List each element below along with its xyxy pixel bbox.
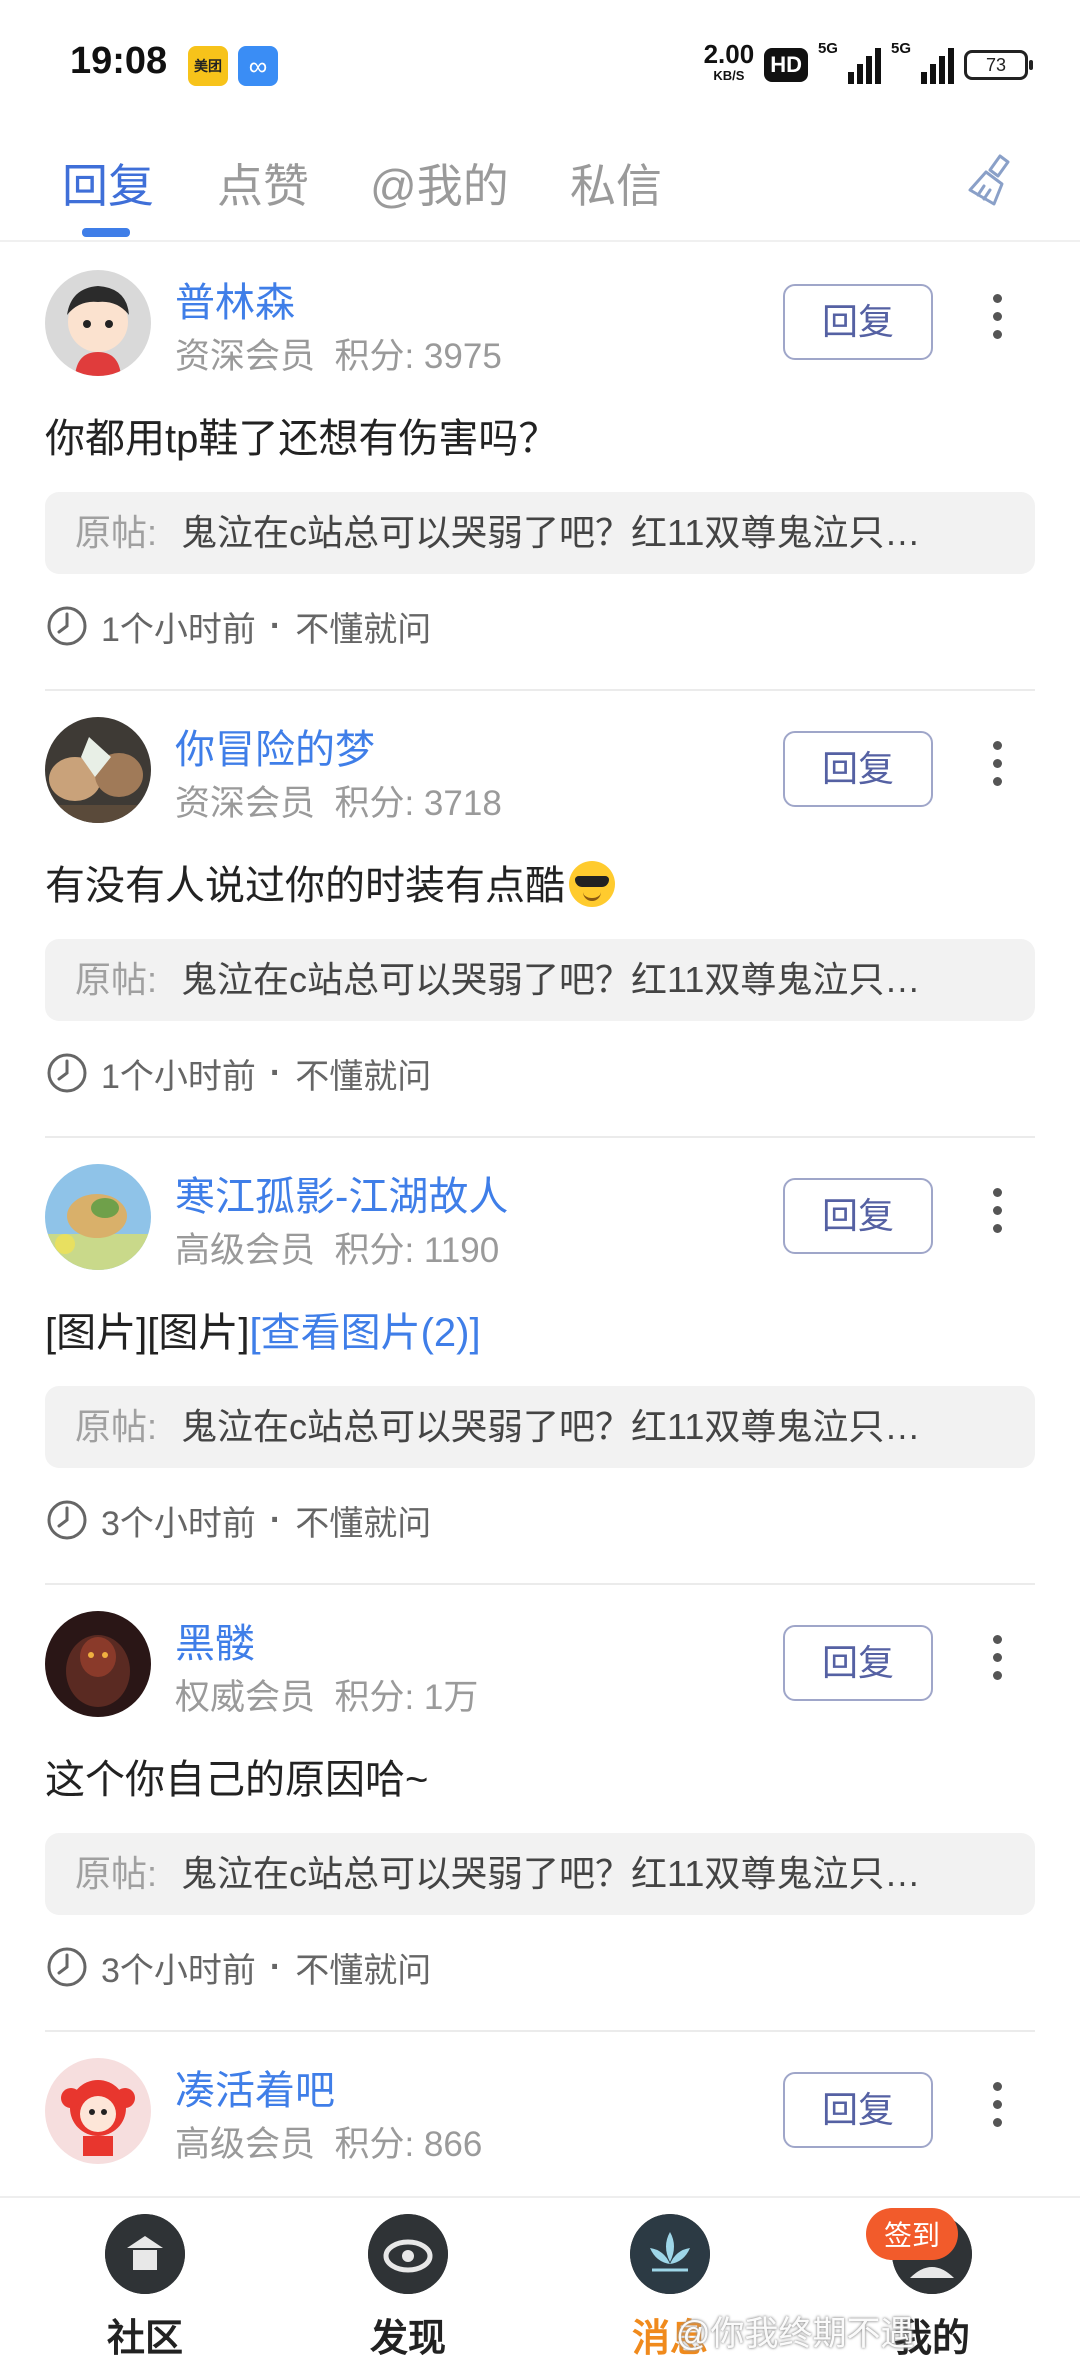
reply-time: 1个小时前 [101, 610, 256, 649]
user-meta: 高级会员 积分: 866 [175, 2125, 483, 2164]
reply-list: 普林森 资深会员 积分: 3975 回复 你都用tp鞋了还想有伤害吗？ 原帖: 鬼… [0, 244, 1080, 2376]
original-post[interactable]: 原帖: 鬼泣在c站总可以哭弱了吧？红11双尊鬼泣只… [45, 1386, 1035, 1468]
sunglasses-emoji-icon [569, 861, 615, 907]
infinity-app-icon: ∞ [238, 46, 278, 86]
clock-icon [47, 606, 87, 646]
tab-reply[interactable]: 回复 [62, 150, 154, 216]
reply-time: 1个小时前 [101, 1057, 256, 1096]
username[interactable]: 寒江孤影-江湖故人 [175, 1164, 508, 1222]
username[interactable]: 普林森 [175, 270, 295, 328]
user-meta: 高级会员 积分: 1190 [175, 1231, 500, 1270]
avatar[interactable] [45, 717, 151, 823]
hd-icon: HD [764, 48, 808, 82]
lotus-icon [630, 2214, 710, 2294]
username[interactable]: 凑活着吧 [175, 2058, 335, 2116]
original-post[interactable]: 原帖: 鬼泣在c站总可以哭弱了吧？红11双尊鬼泣只… [45, 1833, 1035, 1915]
discover-icon [368, 2214, 448, 2294]
signal-icon-2 [921, 46, 954, 84]
reply-time: 3个小时前 [101, 1951, 256, 1990]
clock-icon [47, 1500, 87, 1540]
status-bar: 19:08 美团 ∞ 2.00 KB/S HD 5G 5G 73 [0, 0, 1080, 128]
user-meta: 资深会员 积分: 3718 [175, 784, 502, 823]
broom-icon[interactable] [964, 150, 1020, 210]
status-time: 19:08 [70, 40, 168, 82]
username[interactable]: 黑髅 [175, 1611, 255, 1669]
reply-button[interactable]: 回复 [783, 284, 933, 360]
tab-likes[interactable]: 点赞 [217, 150, 309, 216]
meituan-app-icon: 美团 [188, 46, 228, 86]
network-speed: 2.00 KB/S [703, 39, 755, 83]
username[interactable]: 你冒险的梦 [175, 717, 375, 775]
reply-content[interactable]: 有没有人说过你的时装有点酷 [45, 853, 615, 911]
tab-private-messages[interactable]: 私信 [570, 150, 662, 216]
original-post[interactable]: 原帖: 鬼泣在c站总可以哭弱了吧？红11双尊鬼泣只… [45, 939, 1035, 1021]
reply-time: 3个小时前 [101, 1504, 256, 1543]
community-icon [105, 2214, 185, 2294]
forum-name[interactable]: 不懂就问 [295, 1049, 431, 1098]
battery-icon: 73 [964, 50, 1033, 80]
status-indicators: 2.00 KB/S HD 5G 5G 73 [703, 39, 1033, 90]
user-meta: 权威会员 积分: 1万 [175, 1678, 479, 1717]
active-tab-indicator [82, 228, 130, 237]
reply-meta: 3个小时前 · 不懂就问 [45, 1943, 431, 1991]
more-vertical-icon[interactable] [985, 1635, 1009, 1695]
signal-icon-1 [847, 46, 881, 84]
avatar[interactable] [45, 270, 151, 376]
reply-content[interactable]: [图片][图片][查看图片(2)] [45, 1300, 481, 1358]
reply-content[interactable]: 这个你自己的原因哈~ [45, 1747, 428, 1805]
reply-meta: 1个小时前 · 不懂就问 [45, 1049, 431, 1097]
user-meta: 资深会员 积分: 3975 [175, 337, 502, 376]
avatar[interactable] [45, 1611, 151, 1717]
nav-discover[interactable]: 发现 [338, 2214, 478, 2362]
reply-item[interactable]: 你冒险的梦 资深会员 积分: 3718 回复 有没有人说过你的时装有点酷 原帖:… [0, 691, 1080, 1138]
reply-item[interactable]: 普林森 资深会员 积分: 3975 回复 你都用tp鞋了还想有伤害吗？ 原帖: 鬼… [0, 244, 1080, 691]
clock-icon [47, 1947, 87, 1987]
watermark: @你我终期不遇 [676, 2315, 915, 2353]
avatar[interactable] [45, 1164, 151, 1270]
clock-icon [47, 1053, 87, 1093]
more-vertical-icon[interactable] [985, 741, 1009, 801]
reply-item[interactable]: 寒江孤影-江湖故人 高级会员 积分: 1190 回复 [图片][图片][查看图片… [0, 1138, 1080, 1585]
network-type-2: 5G [890, 40, 911, 57]
more-vertical-icon[interactable] [985, 2082, 1009, 2142]
reply-meta: 1个小时前 · 不懂就问 [45, 602, 431, 650]
forum-name[interactable]: 不懂就问 [295, 1496, 431, 1545]
reply-button[interactable]: 回复 [783, 2072, 933, 2148]
reply-item[interactable]: 黑髅 权威会员 积分: 1万 回复 这个你自己的原因哈~ 原帖: 鬼泣在c站总可以… [0, 1585, 1080, 2032]
view-images-link[interactable]: [查看图片(2)] [249, 1311, 480, 1355]
more-vertical-icon[interactable] [985, 294, 1009, 354]
reply-meta: 3个小时前 · 不懂就问 [45, 1496, 431, 1544]
forum-name[interactable]: 不懂就问 [295, 602, 431, 651]
message-tabs: 回复 点赞 @我的 私信 [0, 130, 1080, 242]
forum-name[interactable]: 不懂就问 [295, 1943, 431, 1992]
more-vertical-icon[interactable] [985, 1188, 1009, 1248]
reply-button[interactable]: 回复 [783, 1178, 933, 1254]
network-type-1: 5G [817, 40, 838, 57]
original-post[interactable]: 原帖: 鬼泣在c站总可以哭弱了吧？红11双尊鬼泣只… [45, 492, 1035, 574]
avatar[interactable] [45, 2058, 151, 2164]
checkin-badge[interactable]: 签到 [866, 2208, 959, 2260]
nav-community[interactable]: 社区 [75, 2214, 215, 2362]
reply-button[interactable]: 回复 [783, 1625, 933, 1701]
reply-content[interactable]: 你都用tp鞋了还想有伤害吗？ [45, 406, 558, 464]
reply-button[interactable]: 回复 [783, 731, 933, 807]
tab-mentions[interactable]: @我的 [370, 150, 509, 216]
